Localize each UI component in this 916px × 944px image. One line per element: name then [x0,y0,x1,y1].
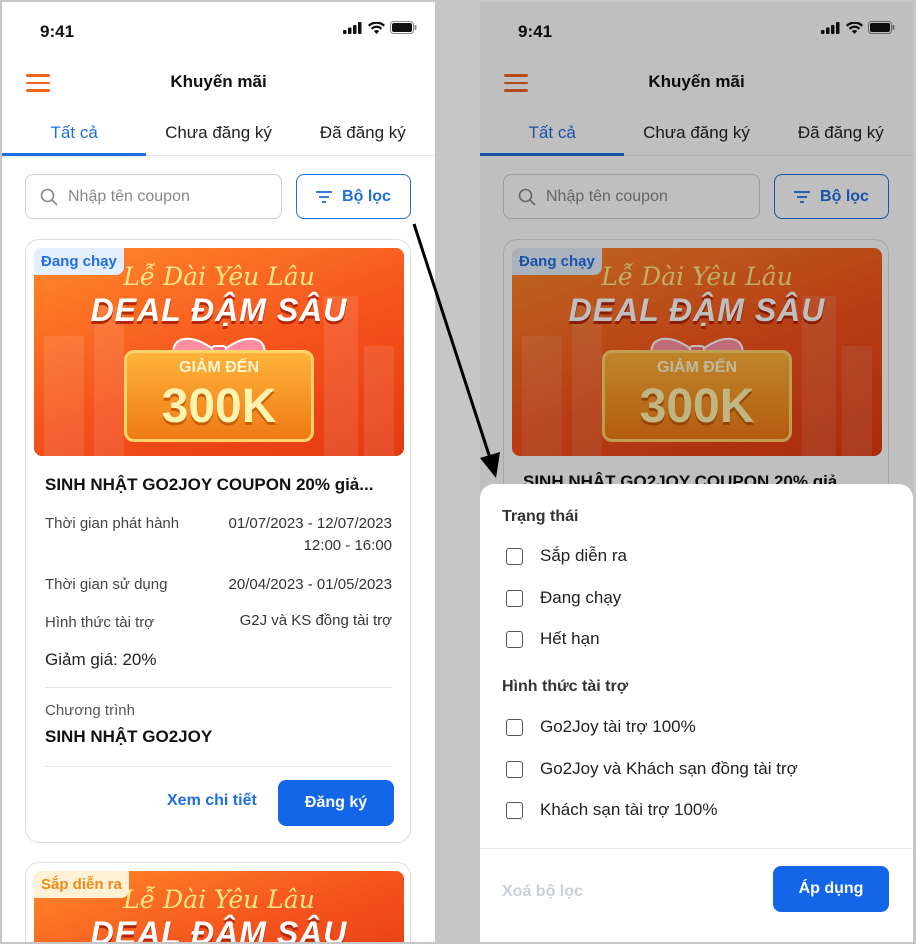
coupon-card-2: Lễ Dài Yêu Lâu DEAL ĐẬM SÂU Sắp diễn ra [25,862,411,942]
search-icon [40,188,58,206]
checkbox[interactable] [506,589,523,607]
banner-subheadline: DEAL ĐẬM SÂU [90,915,348,942]
info-value: 20/04/2023 - 01/05/2023 [228,576,392,593]
apply-button[interactable]: Áp dụng [773,866,889,912]
filter-button[interactable]: Bộ lọc [296,174,411,219]
info-value: G2J và KS đồng tài trợ [239,612,392,629]
info-label: Thời gian sử dụng [45,576,168,593]
filter-option-go2joy-100[interactable]: Go2Joy tài trợ 100% [506,717,696,737]
filter-option-expired[interactable]: Hết hạn [506,629,600,649]
filter-bottom-sheet: Trạng thái Sắp diễn ra Đang chạy Hết hạn… [480,484,913,942]
coupon-banner: Lễ Dài Yêu Lâu DEAL ĐẬM SÂU GIẢM ĐẾN 300… [34,248,404,456]
banner-amount: 300K [161,380,277,433]
coupon-card: Lễ Dài Yêu Lâu DEAL ĐẬM SÂU GIẢM ĐẾN 300… [25,239,411,843]
info-value: 01/07/2023 - 12/07/2023 12:00 - 16:00 [229,515,392,554]
promotions-screen: 9:41 Khuyến mãi Tất cả Chưa đăng ký Đã đ… [2,2,435,942]
promotions-filter-screen: 9:41 Khuyến mãi Tất cả Chưa đăng ký Đã đ… [480,2,913,942]
filter-option-upcoming[interactable]: Sắp diễn ra [506,546,627,566]
checkbox[interactable] [506,801,523,819]
coupon-title: SINH NHẬT GO2JOY COUPON 20% giả... [45,475,374,494]
info-label: Thời gian phát hành [45,515,180,532]
issue-date-range: 01/07/2023 - 12/07/2023 [228,515,392,532]
filter-option-co-sponsor[interactable]: Go2Joy và Khách sạn đồng tài trợ [506,759,798,779]
filter-option-hotel-100[interactable]: Khách sạn tài trợ 100% [506,800,717,820]
battery-icon [390,21,417,34]
option-label: Hết hạn [540,629,600,648]
option-label: Đang chạy [540,588,622,607]
divider [45,766,392,767]
clear-filter-button[interactable]: Xoá bộ lọc [502,883,583,901]
system-icons [343,21,417,34]
program-value: SINH NHẬT GO2JOY [45,727,213,746]
discount-text: Giảm giá: 20% [45,650,157,669]
filter-option-running[interactable]: Đang chạy [506,588,621,608]
view-detail-link[interactable]: Xem chi tiết [167,792,257,810]
app-bar: Khuyến mãi [2,60,435,106]
wifi-icon [368,21,385,34]
tab-unregistered[interactable]: Chưa đăng ký [146,110,290,155]
status-badge: Đang chạy [34,248,124,275]
option-label: Khách sạn tài trợ 100% [540,800,718,819]
option-label: Go2Joy và Khách sạn đồng tài trợ [540,759,798,778]
option-label: Go2Joy tài trợ 100% [540,717,696,736]
status-time: 9:41 [40,22,75,41]
divider [45,687,392,688]
tab-all[interactable]: Tất cả [2,110,147,156]
issue-time-range: 12:00 - 16:00 [303,537,392,554]
sponsor-section-title: Hình thức tài trợ [502,678,629,695]
checkbox[interactable] [506,718,523,736]
search-input[interactable]: Nhập tên coupon [25,174,282,219]
status-badge: Sắp diễn ra [34,871,129,898]
info-label: Hình thức tài trợ [45,614,155,631]
program-label: Chương trình [45,702,135,719]
checkbox[interactable] [506,630,523,648]
signal-icon [343,21,362,34]
checkbox[interactable] [506,760,523,778]
search-placeholder: Nhập tên coupon [68,187,190,205]
tab-registered[interactable]: Đã đăng ký [291,110,435,155]
banner-small-text: GIẢM ĐẾN [179,359,259,376]
discount-ticket: GIẢM ĐẾN 300K [124,350,314,442]
status-bar: 9:41 [2,2,435,60]
banner-subheadline: DEAL ĐẬM SÂU [90,292,348,328]
filter-icon [316,190,333,203]
register-button[interactable]: Đăng ký [278,780,394,826]
coupon-banner: Lễ Dài Yêu Lâu DEAL ĐẬM SÂU Sắp diễn ra [34,871,404,942]
status-section-title: Trạng thái [502,508,579,525]
checkbox[interactable] [506,547,523,565]
page-title: Khuyến mãi [170,72,267,91]
option-label: Sắp diễn ra [540,546,627,565]
filter-button-label: Bộ lọc [342,187,391,205]
sheet-footer: Xoá bộ lọc Áp dụng [480,848,913,942]
tab-bar: Tất cả Chưa đăng ký Đã đăng ký [2,110,435,156]
